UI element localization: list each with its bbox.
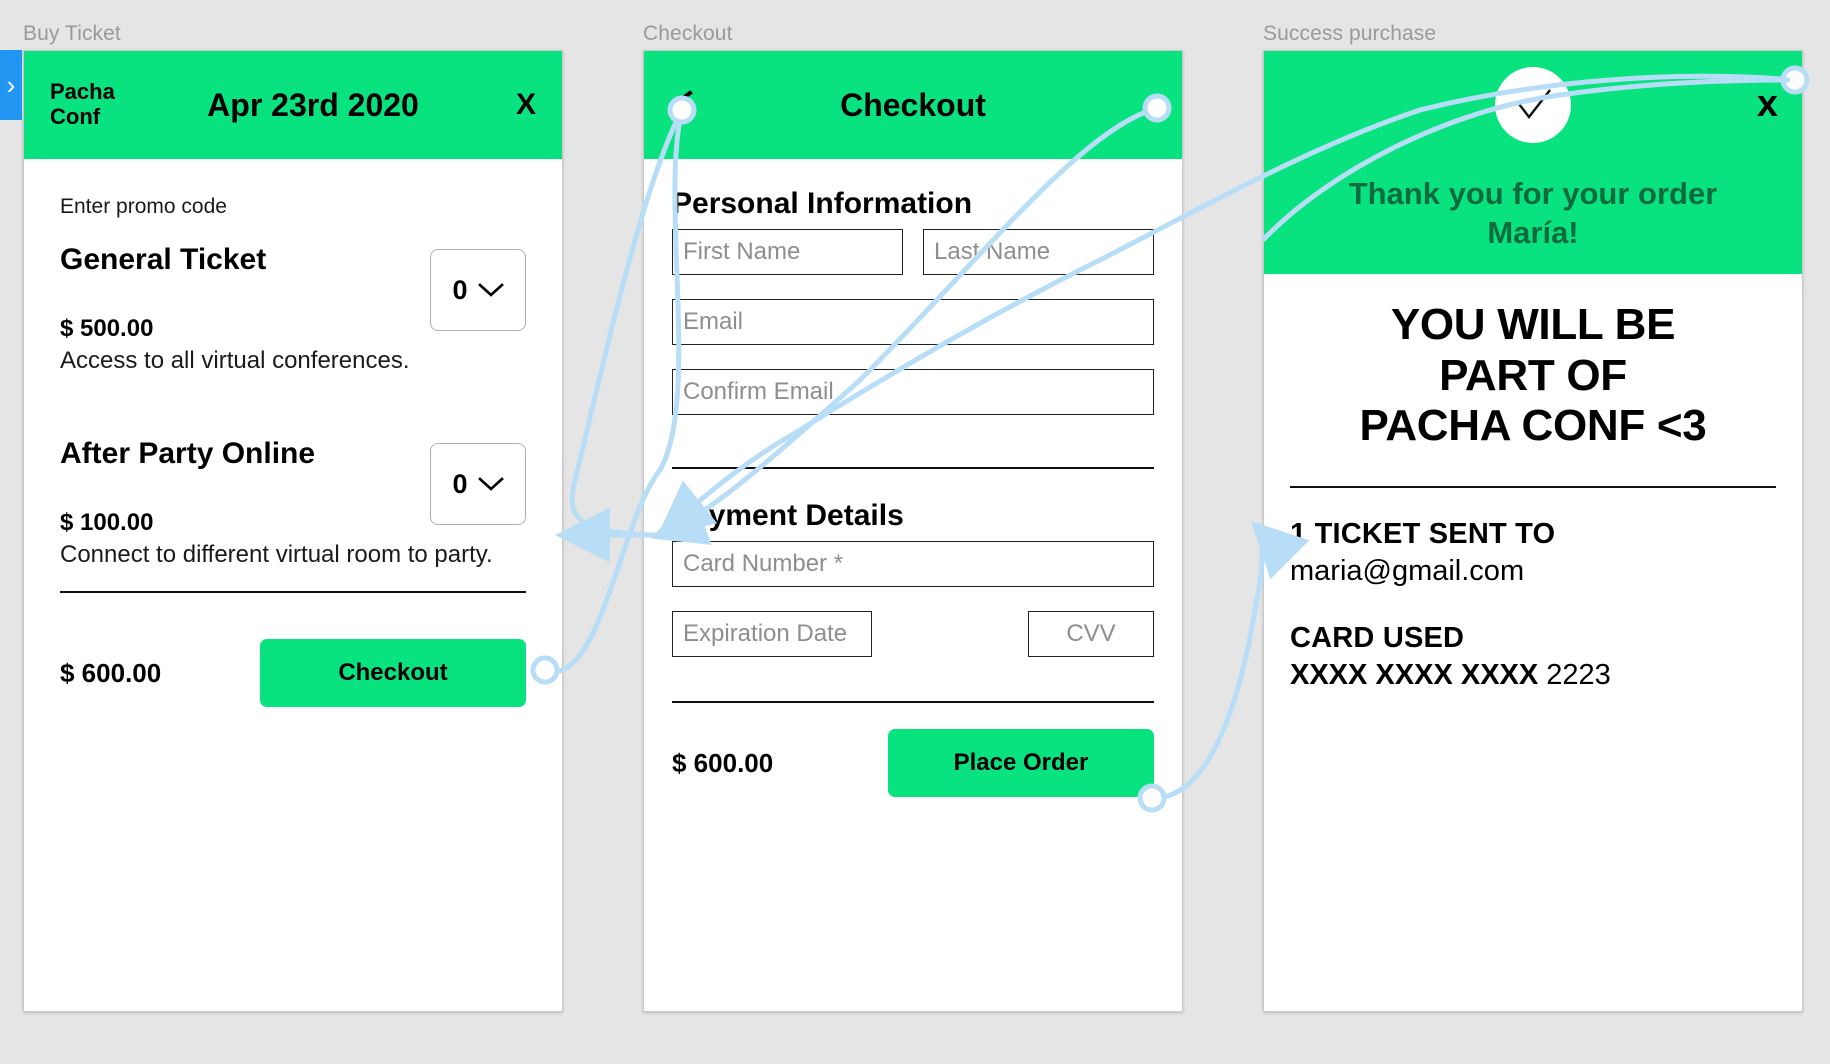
checkout-header: Checkout x xyxy=(644,51,1182,159)
chevron-down-icon xyxy=(477,477,504,491)
cvv-input[interactable] xyxy=(1028,611,1154,657)
screen-buy-ticket: Pacha Conf Apr 23rd 2020 X Enter promo c… xyxy=(23,50,563,1012)
order-total-row: $ 600.00 Place Order xyxy=(672,729,1154,797)
expiration-date-input[interactable] xyxy=(672,611,872,657)
last-name-input[interactable] xyxy=(923,229,1154,275)
thank-you-line-1: Thank you for your order xyxy=(1348,176,1718,211)
close-icon[interactable]: x xyxy=(1145,88,1162,122)
card-meta-row xyxy=(672,611,1154,681)
first-name-input[interactable] xyxy=(672,229,903,275)
chevron-left-icon[interactable] xyxy=(668,90,698,120)
divider xyxy=(672,467,1154,469)
success-body: YOU WILL BE PART OF PACHA CONF <3 1 TICK… xyxy=(1264,274,1802,692)
name-field-row xyxy=(672,229,1154,299)
check-circle-icon xyxy=(1495,67,1571,143)
card-number-input[interactable] xyxy=(672,541,1154,587)
email-input[interactable] xyxy=(672,299,1154,345)
recipient-email: maria@gmail.com xyxy=(1290,554,1525,587)
thank-you-message: Thank you for your order María! xyxy=(1319,175,1748,253)
chevron-down-icon xyxy=(477,283,504,297)
prototype-canvas: › Buy Ticket Checkout Success purchase P… xyxy=(0,0,1830,1064)
chevron-right-icon: › xyxy=(6,70,16,100)
ticket-row: General Ticket 0 $ 500.00 Access to all … xyxy=(60,243,526,375)
divider xyxy=(1290,485,1776,488)
screen-success-purchase: x Thank you for your order María! YOU WI… xyxy=(1263,50,1803,1012)
card-used-label: CARD USED xyxy=(1290,621,1465,654)
payment-details-title: Payment Details xyxy=(672,499,904,532)
ticket-description: Access to all virtual conferences. xyxy=(60,347,410,374)
screen-checkout: Checkout x Personal Information Payment … xyxy=(643,50,1183,1012)
order-total-row: $ 600.00 Checkout xyxy=(60,639,526,707)
headline-line-1: YOU WILL BE xyxy=(1390,300,1676,349)
headline-line-2: PART OF xyxy=(1439,350,1627,400)
card-mask: XXXX XXXX XXXX xyxy=(1290,658,1539,691)
card-last4: 2223 xyxy=(1546,658,1611,691)
buy-ticket-header: Pacha Conf Apr 23rd 2020 X xyxy=(24,51,562,159)
prev-screen-tab[interactable]: › xyxy=(0,50,22,120)
page-title: Checkout xyxy=(840,86,986,123)
divider xyxy=(60,591,526,593)
thank-you-line-2: María! xyxy=(1487,214,1579,250)
place-order-button[interactable]: Place Order xyxy=(888,729,1154,797)
event-date: Apr 23rd 2020 xyxy=(207,86,419,123)
quantity-stepper[interactable]: 0 xyxy=(430,443,526,525)
ticket-sent-label: 1 TICKET SENT TO xyxy=(1290,517,1556,550)
buy-ticket-body: Enter promo code General Ticket 0 $ 500.… xyxy=(24,159,562,707)
personal-information-title: Personal Information xyxy=(672,187,973,220)
order-total: $ 600.00 xyxy=(672,747,774,778)
success-header: x Thank you for your order María! xyxy=(1264,51,1802,274)
frame-label-checkout[interactable]: Checkout xyxy=(643,22,733,46)
ticket-description: Connect to different virtual room to par… xyxy=(60,541,493,568)
success-headline: YOU WILL BE PART OF PACHA CONF <3 xyxy=(1290,300,1776,452)
checkout-body: Personal Information Payment Details $ 6… xyxy=(644,159,1182,797)
headline-line-3: PACHA CONF <3 xyxy=(1359,401,1707,451)
quantity-value: 0 xyxy=(452,274,468,305)
card-number-masked: XXXX XXXX XXXX 2223 xyxy=(1290,659,1776,692)
frame-label-buy-ticket[interactable]: Buy Ticket xyxy=(23,22,121,46)
close-icon[interactable]: X xyxy=(496,88,536,122)
quantity-stepper[interactable]: 0 xyxy=(430,249,526,331)
checkout-button[interactable]: Checkout xyxy=(260,639,526,707)
order-total: $ 600.00 xyxy=(60,657,162,688)
divider xyxy=(672,701,1154,703)
close-icon[interactable]: x xyxy=(1757,83,1778,126)
promo-code-link[interactable]: Enter promo code xyxy=(60,195,526,219)
confirm-email-input[interactable] xyxy=(672,369,1154,415)
frame-label-success-purchase[interactable]: Success purchase xyxy=(1263,22,1436,46)
ticket-row: After Party Online 0 $ 100.00 Connect to… xyxy=(60,437,526,569)
quantity-value: 0 xyxy=(452,468,468,499)
